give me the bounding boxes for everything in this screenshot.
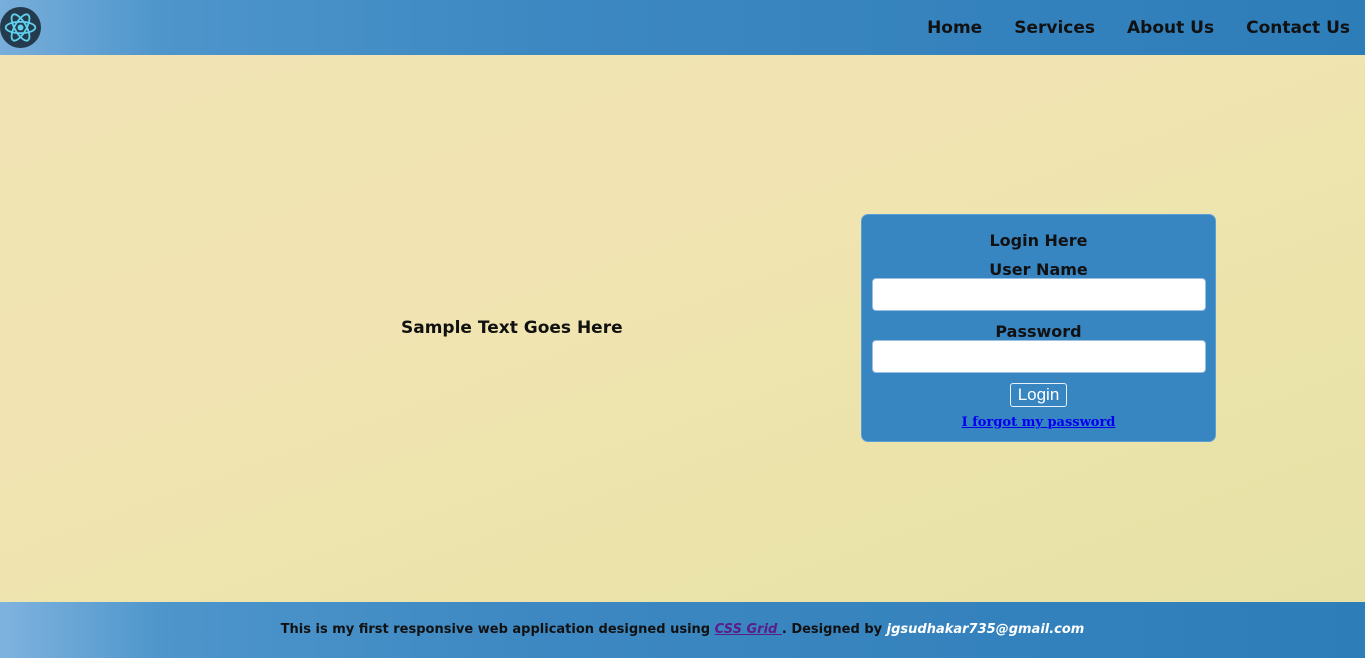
login-title: Login Here: [989, 231, 1088, 250]
forgot-password-link[interactable]: I forgot my password: [962, 415, 1116, 430]
forgot-password-row: I forgot my password: [862, 411, 1215, 430]
header-bar: Home Services About Us Contact Us: [0, 0, 1365, 55]
footer-middle: . Designed by: [781, 622, 887, 637]
main-nav: Home Services About Us Contact Us: [895, 0, 1350, 55]
nav-services-link[interactable]: Services: [1014, 18, 1095, 38]
password-input[interactable]: [872, 340, 1206, 373]
login-button[interactable]: Login: [1010, 383, 1067, 407]
username-label: User Name: [989, 260, 1088, 279]
react-atom-icon[interactable]: [0, 7, 41, 48]
nav-home-link[interactable]: Home: [927, 18, 982, 38]
username-input[interactable]: [872, 278, 1206, 311]
login-panel: Login Here User Name Password Login I fo…: [861, 214, 1216, 442]
footer-email: jgsudhakar735@gmail.com: [886, 622, 1085, 637]
sample-text: Sample Text Goes Here: [401, 318, 623, 338]
password-label: Password: [995, 322, 1082, 341]
footer-prefix: This is my first responsive web applicat…: [280, 622, 715, 637]
footer-text: This is my first responsive web applicat…: [0, 622, 1365, 637]
nav-contact-us-link[interactable]: Contact Us: [1246, 18, 1350, 38]
css-grid-link[interactable]: CSS Grid: [715, 622, 782, 637]
nav-about-us-link[interactable]: About Us: [1127, 18, 1214, 38]
footer-bar: This is my first responsive web applicat…: [0, 602, 1365, 658]
